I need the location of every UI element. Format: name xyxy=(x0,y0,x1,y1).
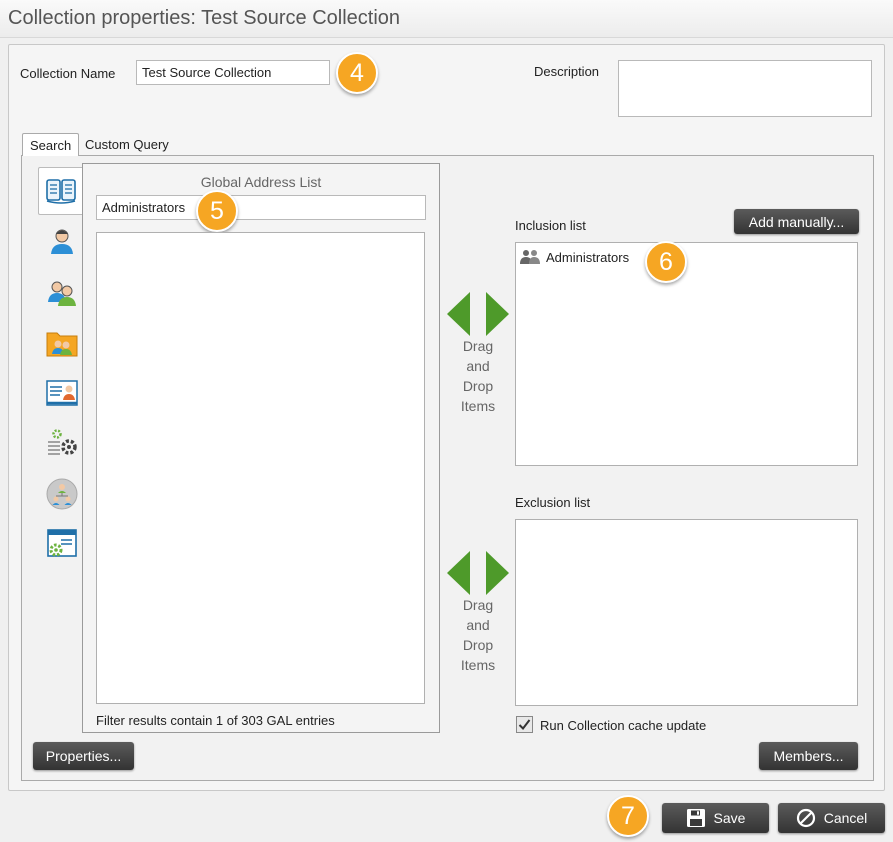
members-button[interactable]: Members... xyxy=(759,742,858,770)
group-icon[interactable] xyxy=(45,276,79,310)
drag-drop-line: Drag xyxy=(462,597,494,613)
gal-filter-status: Filter results contain 1 of 303 GAL entr… xyxy=(96,713,335,728)
inclusion-list-item[interactable]: Administrators xyxy=(520,249,629,265)
gal-title: Global Address List xyxy=(200,174,322,190)
group-icon xyxy=(520,249,542,265)
callout-badge-7: 7 xyxy=(607,795,649,837)
inclusion-item-label: Administrators xyxy=(546,249,630,265)
drag-drop-line: Items xyxy=(460,657,496,673)
inclusion-list-label: Inclusion list xyxy=(515,218,586,233)
callout-badge-5: 5 xyxy=(196,190,238,232)
gal-search-input[interactable]: Administrators xyxy=(96,195,426,220)
cache-update-label: Run Collection cache update xyxy=(540,718,707,733)
collection-name-input[interactable]: Test Source Collection xyxy=(136,60,330,85)
drag-drop-arrows-inclusion xyxy=(447,292,509,336)
window-title: Collection properties: Test Source Colle… xyxy=(8,7,401,29)
org-chart-icon[interactable] xyxy=(45,477,79,511)
floppy-disk-icon xyxy=(686,809,705,827)
gal-results-list[interactable] xyxy=(96,232,425,704)
checkmark-icon xyxy=(518,719,531,731)
save-button[interactable]: Save xyxy=(662,803,769,833)
drag-drop-line: Drag xyxy=(462,338,494,354)
drag-drop-line: Items xyxy=(460,398,496,414)
title-bar: Collection properties: Test Source Colle… xyxy=(0,0,893,38)
folder-contacts-icon[interactable] xyxy=(45,326,79,360)
drag-drop-line: Drop xyxy=(462,378,494,394)
settings-list-icon[interactable] xyxy=(45,426,79,460)
drag-drop-text-inclusion: Drag and Drop Items xyxy=(447,336,509,416)
exclusion-list-label: Exclusion list xyxy=(515,495,591,510)
drag-drop-line: and xyxy=(466,617,490,633)
drag-drop-arrows-exclusion xyxy=(447,551,509,595)
cancel-button[interactable]: Cancel xyxy=(778,803,885,833)
user-icon[interactable] xyxy=(45,224,79,258)
tab-search[interactable]: Search xyxy=(22,133,80,156)
cancel-button-label: Cancel xyxy=(823,810,868,826)
collection-name-label: Collection Name xyxy=(20,66,116,81)
address-book-icon[interactable] xyxy=(38,167,82,215)
description-label: Description xyxy=(534,64,600,79)
cache-update-checkbox[interactable] xyxy=(516,716,533,733)
drag-drop-text-exclusion: Drag and Drop Items xyxy=(447,595,509,675)
exclusion-list[interactable] xyxy=(515,519,858,706)
web-settings-icon[interactable] xyxy=(45,527,79,561)
save-button-label: Save xyxy=(713,810,746,826)
properties-button[interactable]: Properties... xyxy=(33,742,134,770)
drag-drop-line: and xyxy=(466,358,490,374)
description-input[interactable] xyxy=(618,60,872,117)
inclusion-list[interactable] xyxy=(515,242,858,466)
cancel-icon xyxy=(796,808,815,828)
callout-badge-4: 4 xyxy=(336,52,378,94)
tab-custom-query[interactable]: Custom Query xyxy=(78,133,176,156)
drag-drop-line: Drop xyxy=(462,637,494,653)
contact-card-icon[interactable] xyxy=(45,376,79,410)
add-manually-button[interactable]: Add manually... xyxy=(734,209,859,234)
callout-badge-6: 6 xyxy=(645,241,687,283)
